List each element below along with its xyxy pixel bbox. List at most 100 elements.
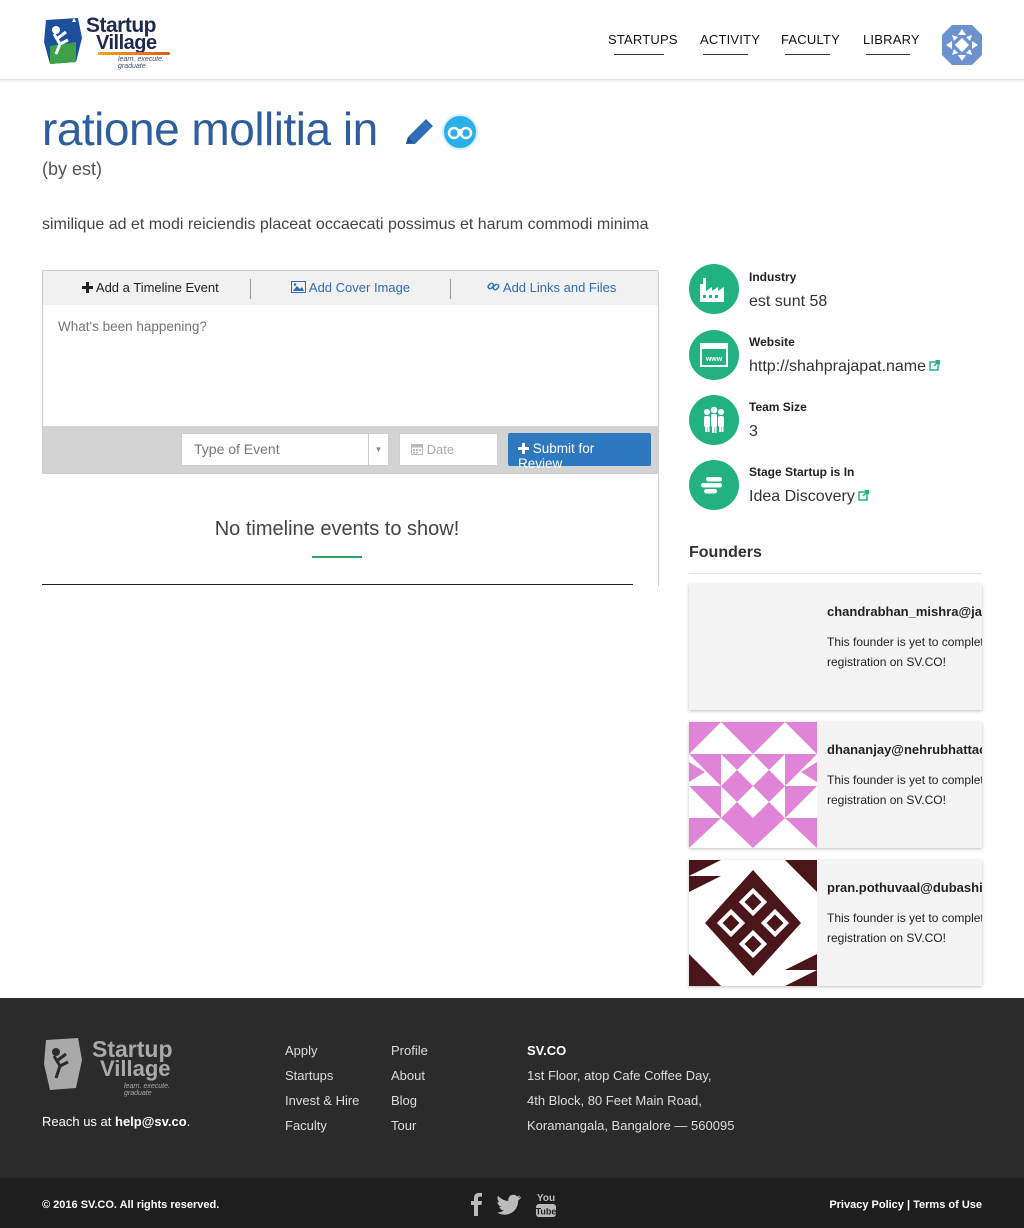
nav-library-underline [866,54,910,55]
reach-suffix: . [186,1114,191,1129]
address-line: 4th Block, 80 Feet Main Road, [527,1093,702,1108]
legal-separator: | [903,1199,914,1211]
event-type-select[interactable]: Type of Event ▼ [181,433,389,466]
founder-email: pran.pothuvaal@dubashi.info [827,880,982,895]
website-value: http://shahprajapat.name [749,358,927,375]
edit-pencil-icon[interactable] [402,118,434,150]
tab-add-timeline-event-label: Add a Timeline Event [95,280,219,295]
footer-link-tour[interactable]: Tour [391,1118,416,1133]
footer-link-apply[interactable]: Apply [285,1043,318,1058]
nav-startups-underline [614,54,664,55]
startup-about: similique ad et modi reiciendis placeat … [42,216,649,233]
logo-mark-icon [44,18,82,64]
copyright: © 2016 SV.CO. All rights reserved. [42,1199,220,1211]
tab-add-links-files[interactable]: Add Links and Files [487,280,616,295]
nav-activity[interactable]: ACTIVITY [700,32,760,47]
team-icon [689,395,739,445]
image-icon [291,281,306,293]
team-size-value: 3 [749,423,758,440]
founder-avatar [689,860,817,986]
footer-contact: Reach us at help@sv.co. [42,1114,190,1129]
submit-for-review-button[interactable]: Submit for Review [508,433,651,471]
event-type-placeholder: Type of Event [194,441,280,457]
address-line: 1st Floor, atop Cafe Coffee Day, [527,1068,712,1083]
dropdown-arrow-icon: ▼ [368,434,388,465]
founder-email: chandrabhan_mishra@jacobi.info [827,604,982,619]
founders-rule [689,573,982,574]
composer-action-bar: Type of Event ▼ Date Submit for Review [43,426,658,473]
composer-tabs: Add a Timeline Event Add Cover Image Add… [43,271,658,305]
founder-card[interactable]: chandrabhan_mishra@jacobi.info This foun… [689,584,982,710]
www-icon: www [689,330,739,380]
founder-status-note: This founder is yet to complete registra… [827,908,982,948]
svg-text:www: www [705,356,723,363]
date-input[interactable]: Date [399,433,498,466]
follow-binoculars-icon[interactable] [442,114,478,150]
website-label: Website [749,335,795,349]
founder-note-line1: This founder is yet to complete [827,773,982,787]
contact-email-link[interactable]: help@sv.co [115,1114,187,1129]
stage-label: Stage Startup is In [749,465,855,479]
facebook-icon[interactable] [466,1192,488,1216]
tab-divider [450,279,451,299]
team-size-label: Team Size [749,400,807,414]
founder-note-line2: registration on SV.CO! [827,793,946,807]
nav-faculty-underline [785,54,830,55]
stage-value: Idea Discovery [749,488,855,505]
factory-icon [689,264,739,314]
tab-add-links-files-label: Add Links and Files [502,280,617,295]
tab-add-cover-image[interactable]: Add Cover Image [291,280,410,295]
date-placeholder: Date [426,442,455,457]
footer-link-profile[interactable]: Profile [391,1043,428,1058]
nav-faculty[interactable]: FACULTY [781,32,840,47]
tab-add-timeline-event[interactable]: Add a Timeline Event [82,280,219,295]
external-link-icon [929,360,941,371]
reach-prefix: Reach us at [42,1114,115,1129]
founder-avatar [689,722,817,848]
founder-avatar [689,584,817,710]
tab-add-cover-image-label: Add Cover Image [308,280,411,295]
twitter-icon[interactable] [497,1192,521,1216]
plus-icon [518,443,529,454]
stage-link[interactable]: Idea Discovery [749,488,870,506]
footer-link-blog[interactable]: Blog [391,1093,417,1108]
link-icon [487,282,500,291]
youtube-text-you: You [537,1193,555,1204]
footer-logo[interactable]: Startup Village learn. execute. graduate [42,1036,197,1097]
footer-logo-text-village: Village [100,1056,171,1081]
logo-swoosh [98,52,170,55]
footer-link-about[interactable]: About [391,1068,425,1083]
user-avatar[interactable] [942,25,982,65]
footer-logo-mark-icon [44,1038,82,1090]
industry-label: Industry [749,270,797,284]
privacy-policy-link[interactable]: Privacy Policy [829,1199,904,1211]
footer-link-faculty[interactable]: Faculty [285,1118,327,1133]
founder-note-line1: This founder is yet to complete [827,635,982,649]
nav-startups[interactable]: STARTUPS [608,32,678,47]
industry-value: est sunt 58 [749,293,828,310]
timeline-empty-message: No timeline events to show! [214,518,460,540]
site-footer: Startup Village learn. execute. graduate… [0,998,1024,1178]
footer-logo-tagline: learn. execute. graduate [124,1083,170,1097]
timeline-event-textarea[interactable] [43,305,658,425]
founder-status-note: This founder is yet to complete registra… [827,770,982,810]
external-link-icon [858,490,869,501]
tab-divider [250,279,251,299]
address-line: Koramangala, Bangalore — 560095 [527,1118,735,1133]
youtube-icon[interactable]: You Tube [535,1190,557,1218]
site-header: Startup Village learn. execute. graduate… [0,0,1024,80]
founder-card[interactable]: pran.pothuvaal@dubashi.info This founder… [689,860,982,986]
nav-activity-underline [703,54,748,55]
founder-email: dhananjay@nehrubhattacharya.com [827,742,982,757]
footer-link-startups[interactable]: Startups [285,1068,333,1083]
website-link[interactable]: http://shahprajapat.name [749,358,941,376]
stage-icon [689,460,739,510]
footer-link-invest-hire[interactable]: Invest & Hire [285,1093,359,1108]
legal-links: Privacy Policy | Terms of Use [829,1199,982,1211]
founder-status-note: This founder is yet to complete registra… [827,632,982,672]
founder-card[interactable]: dhananjay@nehrubhattacharya.com This fou… [689,722,982,848]
terms-of-use-link[interactable]: Terms of Use [913,1199,982,1211]
startup-village-logo[interactable]: Startup Village learn. execute. graduate [42,14,174,70]
nav-library[interactable]: LIBRARY [863,32,920,47]
sub-footer: © 2016 SV.CO. All rights reserved. You T… [0,1178,1024,1228]
